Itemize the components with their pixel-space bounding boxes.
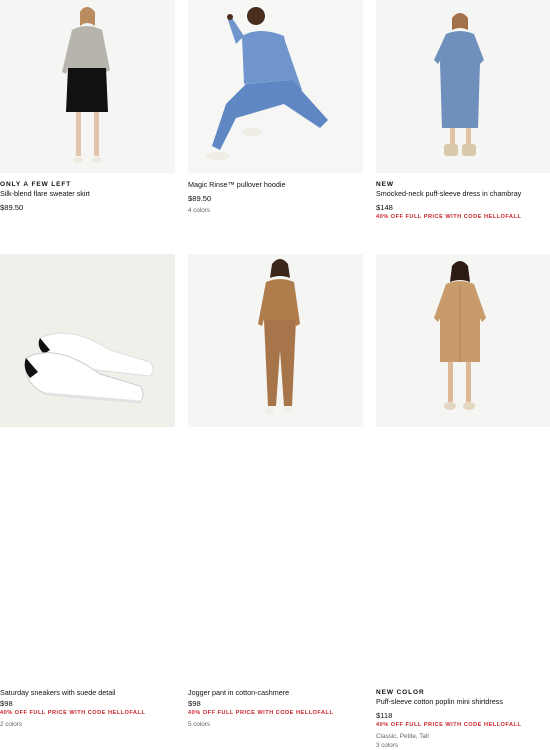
product-image[interactable] [376,254,550,427]
product-name[interactable]: Magic Rinse™ pullover hoodie [188,180,363,190]
product-price: $98 [188,699,201,708]
product-tag: NEW [376,181,394,188]
product-name[interactable]: Jogger pant in cotton-cashmere [188,688,363,698]
color-count[interactable]: 3 colors [376,741,550,750]
product-image[interactable] [0,254,175,427]
promo-text: 40% OFF FULL PRICE WITH CODE HELLOFALL [376,214,522,220]
product-image[interactable] [376,0,550,173]
product-image[interactable] [188,0,363,173]
product-price: $89.50 [188,194,212,203]
color-count[interactable]: 5 colors [188,720,363,729]
product-price: $148 [376,203,393,212]
product-tag: ONLY A FEW LEFT [0,181,72,188]
product-name[interactable]: Puff-sleeve cotton poplin mini shirtdres… [376,697,550,707]
product-name[interactable]: Smocked-neck puff-sleeve dress in chambr… [376,189,550,199]
product-name[interactable]: Silk-blend flare sweater skirt [0,189,175,199]
product-image[interactable] [0,0,175,173]
color-count[interactable]: 4 colors [188,206,363,215]
product-tag: NEW COLOR [376,689,425,696]
color-count[interactable]: 2 colors [0,720,175,729]
promo-text: 40% OFF FULL PRICE WITH CODE HELLOFALL [188,710,334,716]
product-price: $89.50 [0,203,24,212]
product-image[interactable] [188,254,363,427]
promo-text: 40% OFF FULL PRICE WITH CODE HELLOFALL [0,710,146,716]
promo-text: 40% OFF FULL PRICE WITH CODE HELLOFALL [376,722,522,728]
product-price: $98 [0,699,13,708]
product-name[interactable]: Saturday sneakers with suede detail [0,688,175,698]
product-price: $118 [376,711,393,720]
variant-list[interactable]: Classic, Petite, Tall [376,732,550,741]
